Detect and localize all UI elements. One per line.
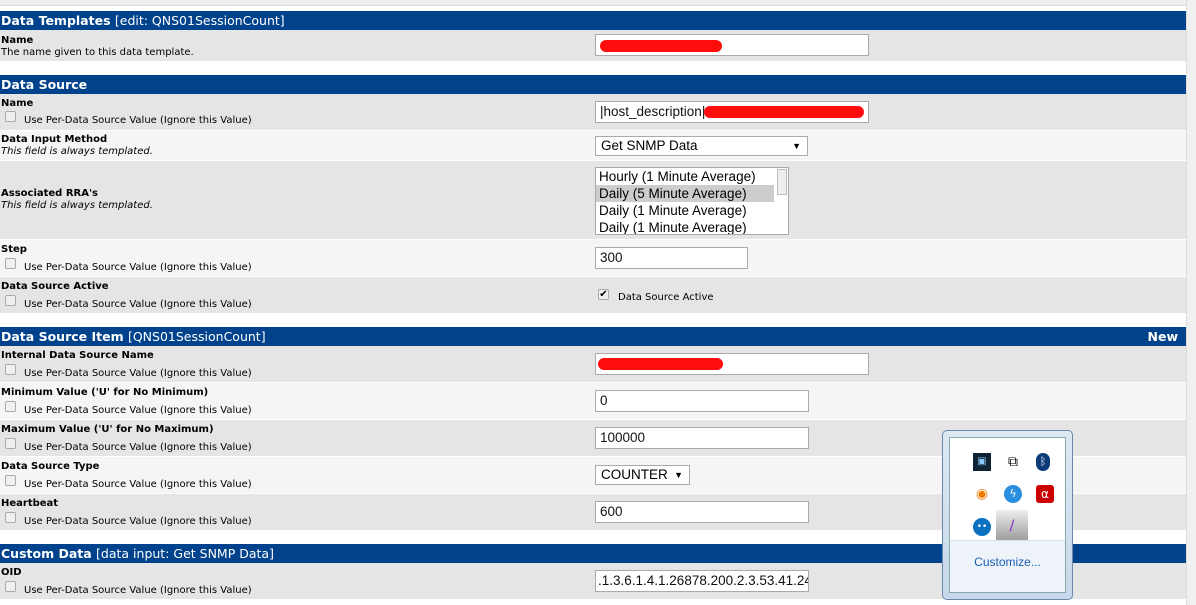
input-value: .1.3.6.1.4.1.26878.200.2.3.53.41.24: [598, 573, 809, 588]
input-value: 0: [600, 393, 608, 408]
per-ds-checkbox[interactable]: [5, 475, 16, 486]
checkbox-label: Use Per-Data Source Value (Ignore this V…: [24, 299, 252, 310]
customize-link[interactable]: Customize...: [950, 555, 1065, 569]
input-value: 600: [600, 504, 623, 519]
rra-option[interactable]: Daily (5 Minute Average): [596, 185, 774, 202]
per-ds-checkbox[interactable]: [5, 295, 16, 306]
update-icon[interactable]: ◉: [973, 485, 991, 503]
oid-input[interactable]: .1.3.6.1.4.1.26878.200.2.3.53.41.24: [595, 570, 809, 592]
row-active: Data Source Active Use Per-Data Source V…: [0, 277, 1186, 314]
row-rra: Associated RRA's This field is always te…: [0, 161, 1186, 240]
field-desc: This field is always templated.: [1, 200, 153, 211]
header-sub: [QNS01SessionCount]: [127, 329, 266, 344]
rra-listbox[interactable]: Hourly (1 Minute Average) Daily (5 Minut…: [595, 167, 789, 235]
antivirus-icon[interactable]: α: [1036, 485, 1054, 503]
header-title: Data Templates: [1, 13, 111, 28]
internal-name-input[interactable]: [595, 353, 869, 375]
field-label: Data Source Active: [1, 281, 109, 292]
bluetooth-icon[interactable]: ᛒ: [1036, 453, 1050, 471]
per-ds-checkbox[interactable]: [5, 111, 16, 122]
per-ds-checkbox[interactable]: [5, 512, 16, 523]
input-method-select[interactable]: Get SNMP Data ▼: [595, 136, 808, 156]
ds-name-input[interactable]: |host_description| -: [595, 101, 869, 123]
checkbox-label: Use Per-Data Source Value (Ignore this V…: [24, 516, 252, 527]
checkbox-label: Use Per-Data Source Value (Ignore this V…: [24, 479, 252, 490]
new-link[interactable]: New: [1148, 327, 1179, 346]
field-label: Step: [1, 244, 27, 255]
input-value: 100000: [600, 430, 646, 445]
display-icon[interactable]: ▣: [973, 453, 991, 471]
field-desc: This field is always templated.: [1, 146, 153, 157]
checkbox-label: Use Per-Data Source Value (Ignore this V…: [24, 442, 252, 453]
field-label: Maximum Value ('U' for No Maximum): [1, 424, 214, 435]
field-label: Data Input Method: [1, 134, 108, 145]
type-select[interactable]: COUNTER ▼: [595, 465, 690, 485]
header-title: Data Source: [1, 77, 88, 92]
field-label: Name: [1, 98, 34, 109]
input-value: |host_description| -: [600, 104, 714, 119]
checkbox-label: Data Source Active: [618, 292, 714, 303]
field-label: Minimum Value ('U' for No Minimum): [1, 387, 209, 398]
field-label: Heartbeat: [1, 498, 59, 509]
item-header: Data Source Item [QNS01SessionCount] New: [0, 327, 1186, 346]
header-title: Custom Data: [1, 546, 92, 561]
checkbox-label: Use Per-Data Source Value (Ignore this V…: [24, 115, 252, 126]
step-input[interactable]: 300: [595, 247, 748, 269]
row-template-name: Name The name given to this data templat…: [0, 30, 1186, 62]
field-label: Name: [1, 35, 34, 46]
dropdown-arrow-icon: ▼: [792, 141, 801, 151]
active-checkbox[interactable]: ✔: [598, 289, 609, 300]
heartbeat-input[interactable]: 600: [595, 501, 809, 523]
per-ds-checkbox[interactable]: [5, 258, 16, 269]
scrollbar[interactable]: [777, 169, 787, 195]
dots-icon[interactable]: ••: [973, 518, 991, 536]
row-ds-name: Name Use Per-Data Source Value (Ignore t…: [0, 94, 1186, 131]
feather-icon[interactable]: /: [996, 510, 1028, 542]
max-input[interactable]: 100000: [595, 427, 809, 449]
row-step: Step Use Per-Data Source Value (Ignore t…: [0, 240, 1186, 277]
row-input-method: Data Input Method This field is always t…: [0, 131, 1186, 161]
page-scrollbar[interactable]: [1186, 0, 1196, 605]
header-sub: [edit: QNS01SessionCount]: [114, 13, 285, 28]
header-title: Data Source Item: [1, 329, 124, 344]
windows-icon[interactable]: ⧉: [1004, 453, 1022, 471]
field-label: Associated RRA's: [1, 188, 98, 199]
dropdown-arrow-icon: ▼: [674, 470, 683, 480]
checkbox-label: Use Per-Data Source Value (Ignore this V…: [24, 262, 252, 273]
data-source-header: Data Source: [0, 75, 1186, 94]
rra-option[interactable]: Daily (1 Minute Average): [596, 219, 774, 234]
field-label: Data Source Type: [1, 461, 100, 472]
min-input[interactable]: 0: [595, 390, 809, 412]
checkbox-label: Use Per-Data Source Value (Ignore this V…: [24, 405, 252, 416]
per-ds-checkbox[interactable]: [5, 364, 16, 375]
row-min: Minimum Value ('U' for No Minimum) Use P…: [0, 383, 1186, 420]
rra-option[interactable]: Hourly (1 Minute Average): [596, 168, 774, 185]
per-ds-checkbox[interactable]: [5, 401, 16, 412]
row-internal-name: Internal Data Source Name Use Per-Data S…: [0, 346, 1186, 383]
rra-option[interactable]: Daily (1 Minute Average): [596, 202, 774, 219]
field-label: Internal Data Source Name: [1, 350, 154, 361]
input-value: 300: [600, 250, 623, 265]
checkbox-label: Use Per-Data Source Value (Ignore this V…: [24, 368, 252, 379]
template-name-input[interactable]: [595, 34, 869, 56]
select-value: COUNTER: [601, 467, 668, 482]
field-label: OID: [1, 567, 22, 578]
per-ds-checkbox[interactable]: [5, 438, 16, 449]
select-value: Get SNMP Data: [601, 138, 698, 153]
notification-tray-popup: ▣ ⧉ ᛒ ◉ ϟ α •• / Customize...: [942, 430, 1073, 600]
top-bar: [0, 0, 1186, 6]
lightning-icon[interactable]: ϟ: [1004, 485, 1022, 503]
per-ds-checkbox[interactable]: [5, 581, 16, 592]
header-sub: [data input: Get SNMP Data]: [96, 546, 274, 561]
templates-header: Data Templates [edit: QNS01SessionCount]: [0, 11, 1186, 30]
field-desc: The name given to this data template.: [1, 47, 194, 58]
checkbox-label: Use Per-Data Source Value (Ignore this V…: [24, 585, 252, 596]
